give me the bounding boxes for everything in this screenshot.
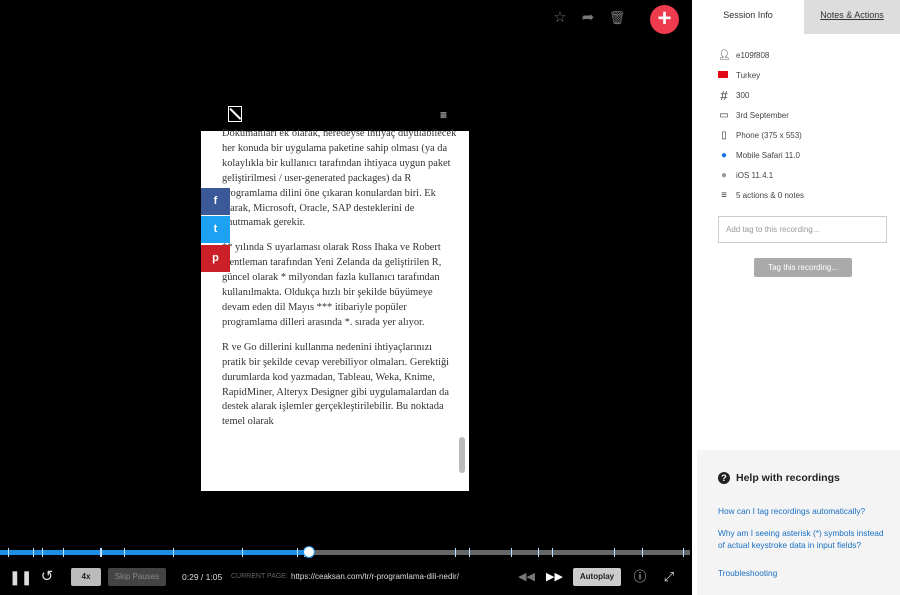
help-link-troubleshooting[interactable]: Troubleshooting: [718, 567, 890, 579]
timeline-event-marker: [42, 548, 44, 557]
tag-input[interactable]: Add tag to this recording...: [718, 216, 887, 243]
twitter-share-button[interactable]: t: [201, 216, 230, 243]
timeline-event-marker: [100, 548, 102, 557]
help-link-asterisk[interactable]: Why am I seeing asterisk (*) symbols ins…: [718, 527, 890, 551]
session-user-row: 👤︎ e109f808: [718, 49, 769, 63]
article-paragraph-2: ** yılında S uyarlaması olarak Ross Ihak…: [222, 242, 442, 328]
safari-icon: ●: [720, 150, 728, 161]
timeline-event-marker: [455, 548, 457, 557]
session-os-row: ● iOS 11.4.1: [718, 169, 773, 183]
site-header: ≡: [201, 97, 469, 131]
timeline-event-marker: [296, 548, 298, 557]
session-actions-row: ≡ 5 actions & 0 notes: [718, 189, 804, 203]
autoplay-button[interactable]: Autoplay: [573, 568, 621, 586]
fullscreen-icon[interactable]: ⤢: [661, 568, 677, 586]
current-page-label: CURRENT PAGE:: [231, 573, 288, 580]
article-body: Dokümanları ek olarak, neredeyse ihtiyaç…: [222, 127, 458, 440]
speed-button[interactable]: 4x: [71, 568, 101, 586]
help-title-text: Help with recordings: [736, 472, 840, 484]
os: iOS 11.4.1: [736, 171, 774, 181]
timeline-event-marker: [469, 548, 471, 557]
article-paragraph-1: Dokümanları ek olarak, neredeyse ihtiyaç…: [222, 128, 457, 229]
previous-page-icon[interactable]: ◀◀: [518, 568, 535, 586]
timeline-progress: [0, 550, 308, 555]
timeline-event-marker: [124, 548, 126, 557]
calendar-icon: ▭: [719, 110, 729, 121]
page-scrollbar[interactable]: [459, 437, 465, 473]
apple-icon: ●: [720, 170, 728, 181]
share-icon[interactable]: ➦: [579, 9, 597, 27]
site-logo: [228, 106, 242, 122]
add-button[interactable]: +: [650, 5, 679, 34]
tab-session-info[interactable]: Session Info: [692, 0, 804, 34]
timeline-event-marker: [63, 548, 65, 557]
session-number: 300: [736, 91, 750, 101]
timeline-event-marker: [614, 548, 616, 557]
session-date-row: ▭ 3rd September: [718, 109, 789, 123]
country: Turkey: [736, 71, 761, 80]
session-number-row: #300: [718, 89, 749, 103]
star-icon[interactable]: ☆: [551, 9, 569, 27]
timeline-event-marker: [241, 548, 243, 557]
help-title: ? Help with recordings: [718, 472, 840, 484]
session-date: 3rd September: [736, 111, 789, 121]
timeline-knob[interactable]: [302, 546, 315, 558]
hash-icon: #: [720, 88, 728, 103]
info-icon[interactable]: ⓘ: [632, 568, 648, 586]
user-icon: 👤︎: [718, 50, 731, 61]
menu-icon[interactable]: ≡: [440, 108, 447, 122]
timeline-event-marker: [510, 548, 512, 557]
session-device-row: ▯ Phone (375 x 553): [718, 129, 802, 143]
list-icon: ≡: [721, 190, 727, 201]
actions-summary: 5 actions & 0 notes: [736, 191, 805, 201]
timeline-event-marker: [8, 548, 10, 557]
rewind-icon[interactable]: ↺: [38, 568, 56, 586]
tab-notes-actions[interactable]: Notes & Actions: [804, 0, 900, 34]
next-page-icon[interactable]: ▶▶: [546, 568, 563, 586]
pause-icon[interactable]: ❚❚: [9, 568, 32, 586]
tag-recording-button[interactable]: Tag this recording...: [754, 258, 852, 277]
session-country-row: Turkey: [718, 69, 760, 83]
timeline-event-marker: [641, 548, 643, 557]
timeline-event-marker: [33, 548, 35, 557]
question-icon: ?: [718, 472, 730, 484]
timeline-event-marker: [683, 548, 685, 557]
device: Phone (375 x 553): [736, 131, 802, 141]
session-browser-row: ● Mobile Safari 11.0: [718, 149, 800, 163]
playback-time: 0:29 / 1:05: [182, 572, 223, 582]
current-page-url[interactable]: https://ceaksan.com/tr/r-programlama-dil…: [291, 568, 459, 586]
turkey-flag-icon: [718, 71, 728, 79]
help-link-tagging[interactable]: How can I tag recordings automatically?: [718, 505, 890, 517]
user-id: e109f808: [736, 51, 770, 61]
browser: Mobile Safari 11.0: [736, 151, 800, 161]
pinterest-share-button[interactable]: p: [201, 245, 230, 272]
trash-icon[interactable]: 🗑: [608, 9, 626, 27]
timeline-event-marker: [552, 548, 553, 557]
timeline-event-marker: [538, 548, 540, 557]
article-paragraph-3: R ve Go dillerini kullanma nedenini ihti…: [222, 341, 450, 428]
timeline-event-marker: [172, 548, 174, 557]
facebook-share-button[interactable]: f: [201, 188, 230, 215]
skip-pauses-button[interactable]: Skip Pauses: [108, 568, 166, 586]
phone-icon: ▯: [721, 130, 727, 141]
recorded-page-viewport: ≡ Dokümanları ek olarak, neredeyse ihtiy…: [201, 97, 469, 491]
